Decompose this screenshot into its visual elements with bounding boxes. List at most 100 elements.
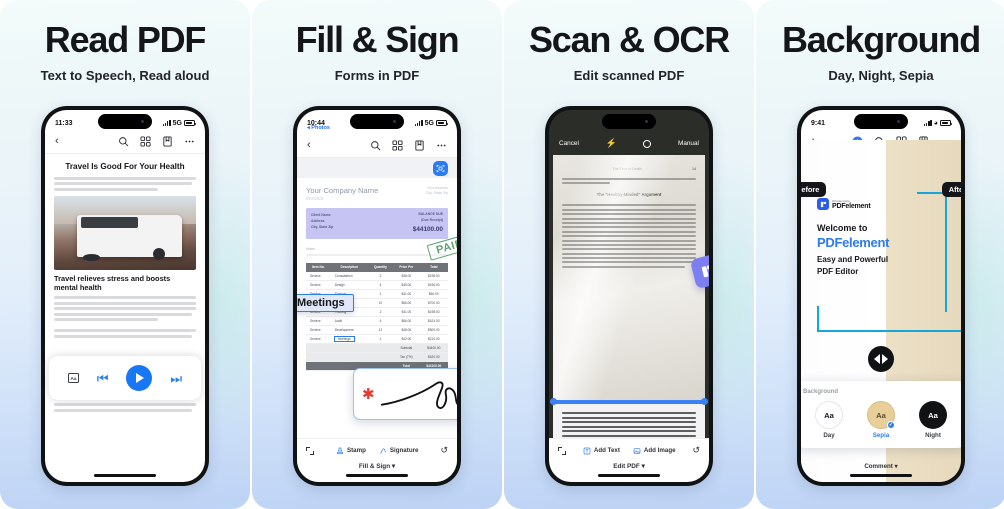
next-track-icon[interactable]: ⏭: [170, 372, 182, 385]
play-button[interactable]: [126, 365, 153, 391]
table-cell[interactable]: Service: [306, 334, 331, 344]
filter-icon[interactable]: [643, 139, 652, 148]
bookmark-icon[interactable]: [414, 140, 425, 151]
table-cell[interactable]: Development: [330, 325, 368, 335]
bottom-actions: Stamp Signature: [336, 447, 418, 455]
background-option-sepia[interactable]: Aa ✓ Sepia: [867, 401, 895, 439]
photo-rv-wheel: [152, 247, 165, 260]
table-cell[interactable]: Meetings: [330, 334, 368, 344]
table-cell[interactable]: Audit: [330, 316, 368, 326]
background-swatch[interactable]: Aa: [919, 401, 947, 429]
table-cell[interactable]: 2: [367, 307, 394, 317]
table-cell[interactable]: $48.00: [393, 325, 420, 335]
col-item: Item No.: [306, 263, 331, 272]
table-cell[interactable]: Service: [306, 325, 331, 335]
table-cell[interactable]: $424.00: [419, 316, 448, 326]
panel-subhead: Edit scanned PDF: [573, 68, 685, 83]
table-cell[interactable]: Service: [306, 316, 331, 326]
table-cell[interactable]: Consultation: [330, 271, 368, 281]
table-cell[interactable]: $66.00: [393, 298, 420, 308]
table-row[interactable]: Service Meetings 1 $42.00 $210.00: [306, 334, 448, 344]
dynamic-island: [854, 114, 908, 129]
doc-subtitle: Travel relieves stress and boosts mental…: [54, 274, 171, 293]
table-cell[interactable]: Service: [306, 280, 331, 290]
scan-text-line: [562, 239, 696, 242]
panel-fill-sign: Fill & Sign Forms in PDF 10:44 5G ◂ Phot…: [252, 0, 502, 509]
back-icon[interactable]: ‹: [307, 140, 311, 151]
background-settings-sheet: Background Aa Day Aa ✓ Sepia Aa Night: [801, 381, 961, 448]
prev-track-icon[interactable]: ⏮: [97, 372, 109, 385]
table-cell[interactable]: 10: [367, 298, 394, 308]
table-cell[interactable]: $42.00: [393, 334, 420, 344]
mode-switcher[interactable]: Comment ▾: [801, 463, 961, 470]
background-swatch[interactable]: Aa ✓: [867, 401, 895, 429]
photo-rv-body: [76, 215, 182, 262]
search-icon[interactable]: [370, 140, 381, 151]
table-cell[interactable]: $198.00: [419, 307, 448, 317]
selected-cell[interactable]: Meetings: [333, 335, 355, 342]
before-after-handle[interactable]: [868, 346, 894, 372]
table-cell[interactable]: Design: [330, 280, 368, 290]
panel-headline: Read PDF: [44, 19, 207, 60]
table-cell[interactable]: $49.00: [393, 280, 420, 290]
table-row[interactable]: Service Audit 4 $66.00 $424.00: [306, 316, 448, 326]
ocr-selection-divider[interactable]: [550, 398, 708, 405]
table-cell[interactable]: $210.00: [419, 334, 448, 344]
phone-mockup: 10:44 5G ◂ Photos ‹ Your Company Name IN…: [293, 106, 461, 486]
table-cell[interactable]: $700.00: [419, 298, 448, 308]
background-option-day[interactable]: Aa Day: [815, 401, 843, 439]
table-body: Service Consultation 2 $45.00 $198.00 Service…: [306, 271, 448, 371]
table-cell[interactable]: $500.00: [419, 325, 448, 335]
ocr-scan-button[interactable]: [433, 161, 448, 176]
back-icon[interactable]: ‹: [55, 136, 59, 147]
add-text-button[interactable]: Add Text: [583, 447, 620, 455]
table-cell[interactable]: $41.00: [393, 289, 420, 299]
table-row[interactable]: Service Design 4 $49.00 $196.00: [306, 280, 448, 290]
background-option-night[interactable]: Aa Night: [919, 401, 947, 439]
bottom-toolbar-row: Stamp Signature ↺: [306, 445, 448, 456]
selected-text-chip[interactable]: Meetings: [297, 294, 354, 312]
table-cell[interactable]: 1: [367, 289, 394, 299]
speed-icon[interactable]: Aa: [67, 373, 79, 383]
spacer: [306, 343, 331, 353]
flash-icon[interactable]: ⚡: [606, 138, 617, 149]
table-cell[interactable]: $198.00: [419, 271, 448, 281]
table-row[interactable]: Service Consultation 2 $45.00 $198.00: [306, 271, 448, 281]
add-image-button[interactable]: Add Image: [633, 447, 676, 455]
doc-title: Travel Is Good For Your Health: [65, 162, 185, 171]
table-cell[interactable]: $45.00: [393, 271, 420, 281]
table-cell[interactable]: 2: [367, 271, 394, 281]
crop-icon[interactable]: [558, 446, 566, 455]
table-cell[interactable]: $66.00: [393, 316, 420, 326]
battery-icon: [184, 120, 196, 126]
thumbnails-icon[interactable]: [140, 136, 151, 147]
scan-text-line: [562, 265, 686, 268]
crop-icon[interactable]: [306, 446, 314, 455]
undo-icon[interactable]: ↺: [440, 445, 448, 456]
spacer: [306, 361, 331, 371]
table-cell[interactable]: $196.00: [419, 280, 448, 290]
table-cell[interactable]: $60.00: [419, 289, 448, 299]
table-cell[interactable]: 1: [367, 334, 394, 344]
background-swatch[interactable]: Aa: [815, 401, 843, 429]
undo-icon[interactable]: ↺: [692, 445, 700, 456]
table-cell[interactable]: $41.00: [393, 307, 420, 317]
more-icon[interactable]: [184, 136, 195, 147]
table-cell[interactable]: 12: [367, 325, 394, 335]
table-row[interactable]: Service Development 12 $48.00 $500.00: [306, 325, 448, 335]
manual-button[interactable]: Manual: [678, 140, 699, 147]
bookmark-icon[interactable]: [162, 136, 173, 147]
signature-label: Signature: [389, 447, 419, 454]
search-icon[interactable]: [118, 136, 129, 147]
stamp-button[interactable]: Stamp: [336, 447, 366, 455]
table-cell[interactable]: 4: [367, 316, 394, 326]
cancel-button[interactable]: Cancel: [559, 140, 579, 147]
more-icon[interactable]: [436, 140, 447, 151]
scan-text-line: [562, 217, 696, 220]
signature-button[interactable]: Signature: [379, 447, 419, 455]
ocr-text-line: [562, 421, 696, 424]
thumbnails-icon[interactable]: [392, 140, 403, 151]
signature-preview-card[interactable]: ✱: [353, 368, 457, 420]
table-cell[interactable]: 4: [367, 280, 394, 290]
table-cell[interactable]: Service: [306, 271, 331, 281]
